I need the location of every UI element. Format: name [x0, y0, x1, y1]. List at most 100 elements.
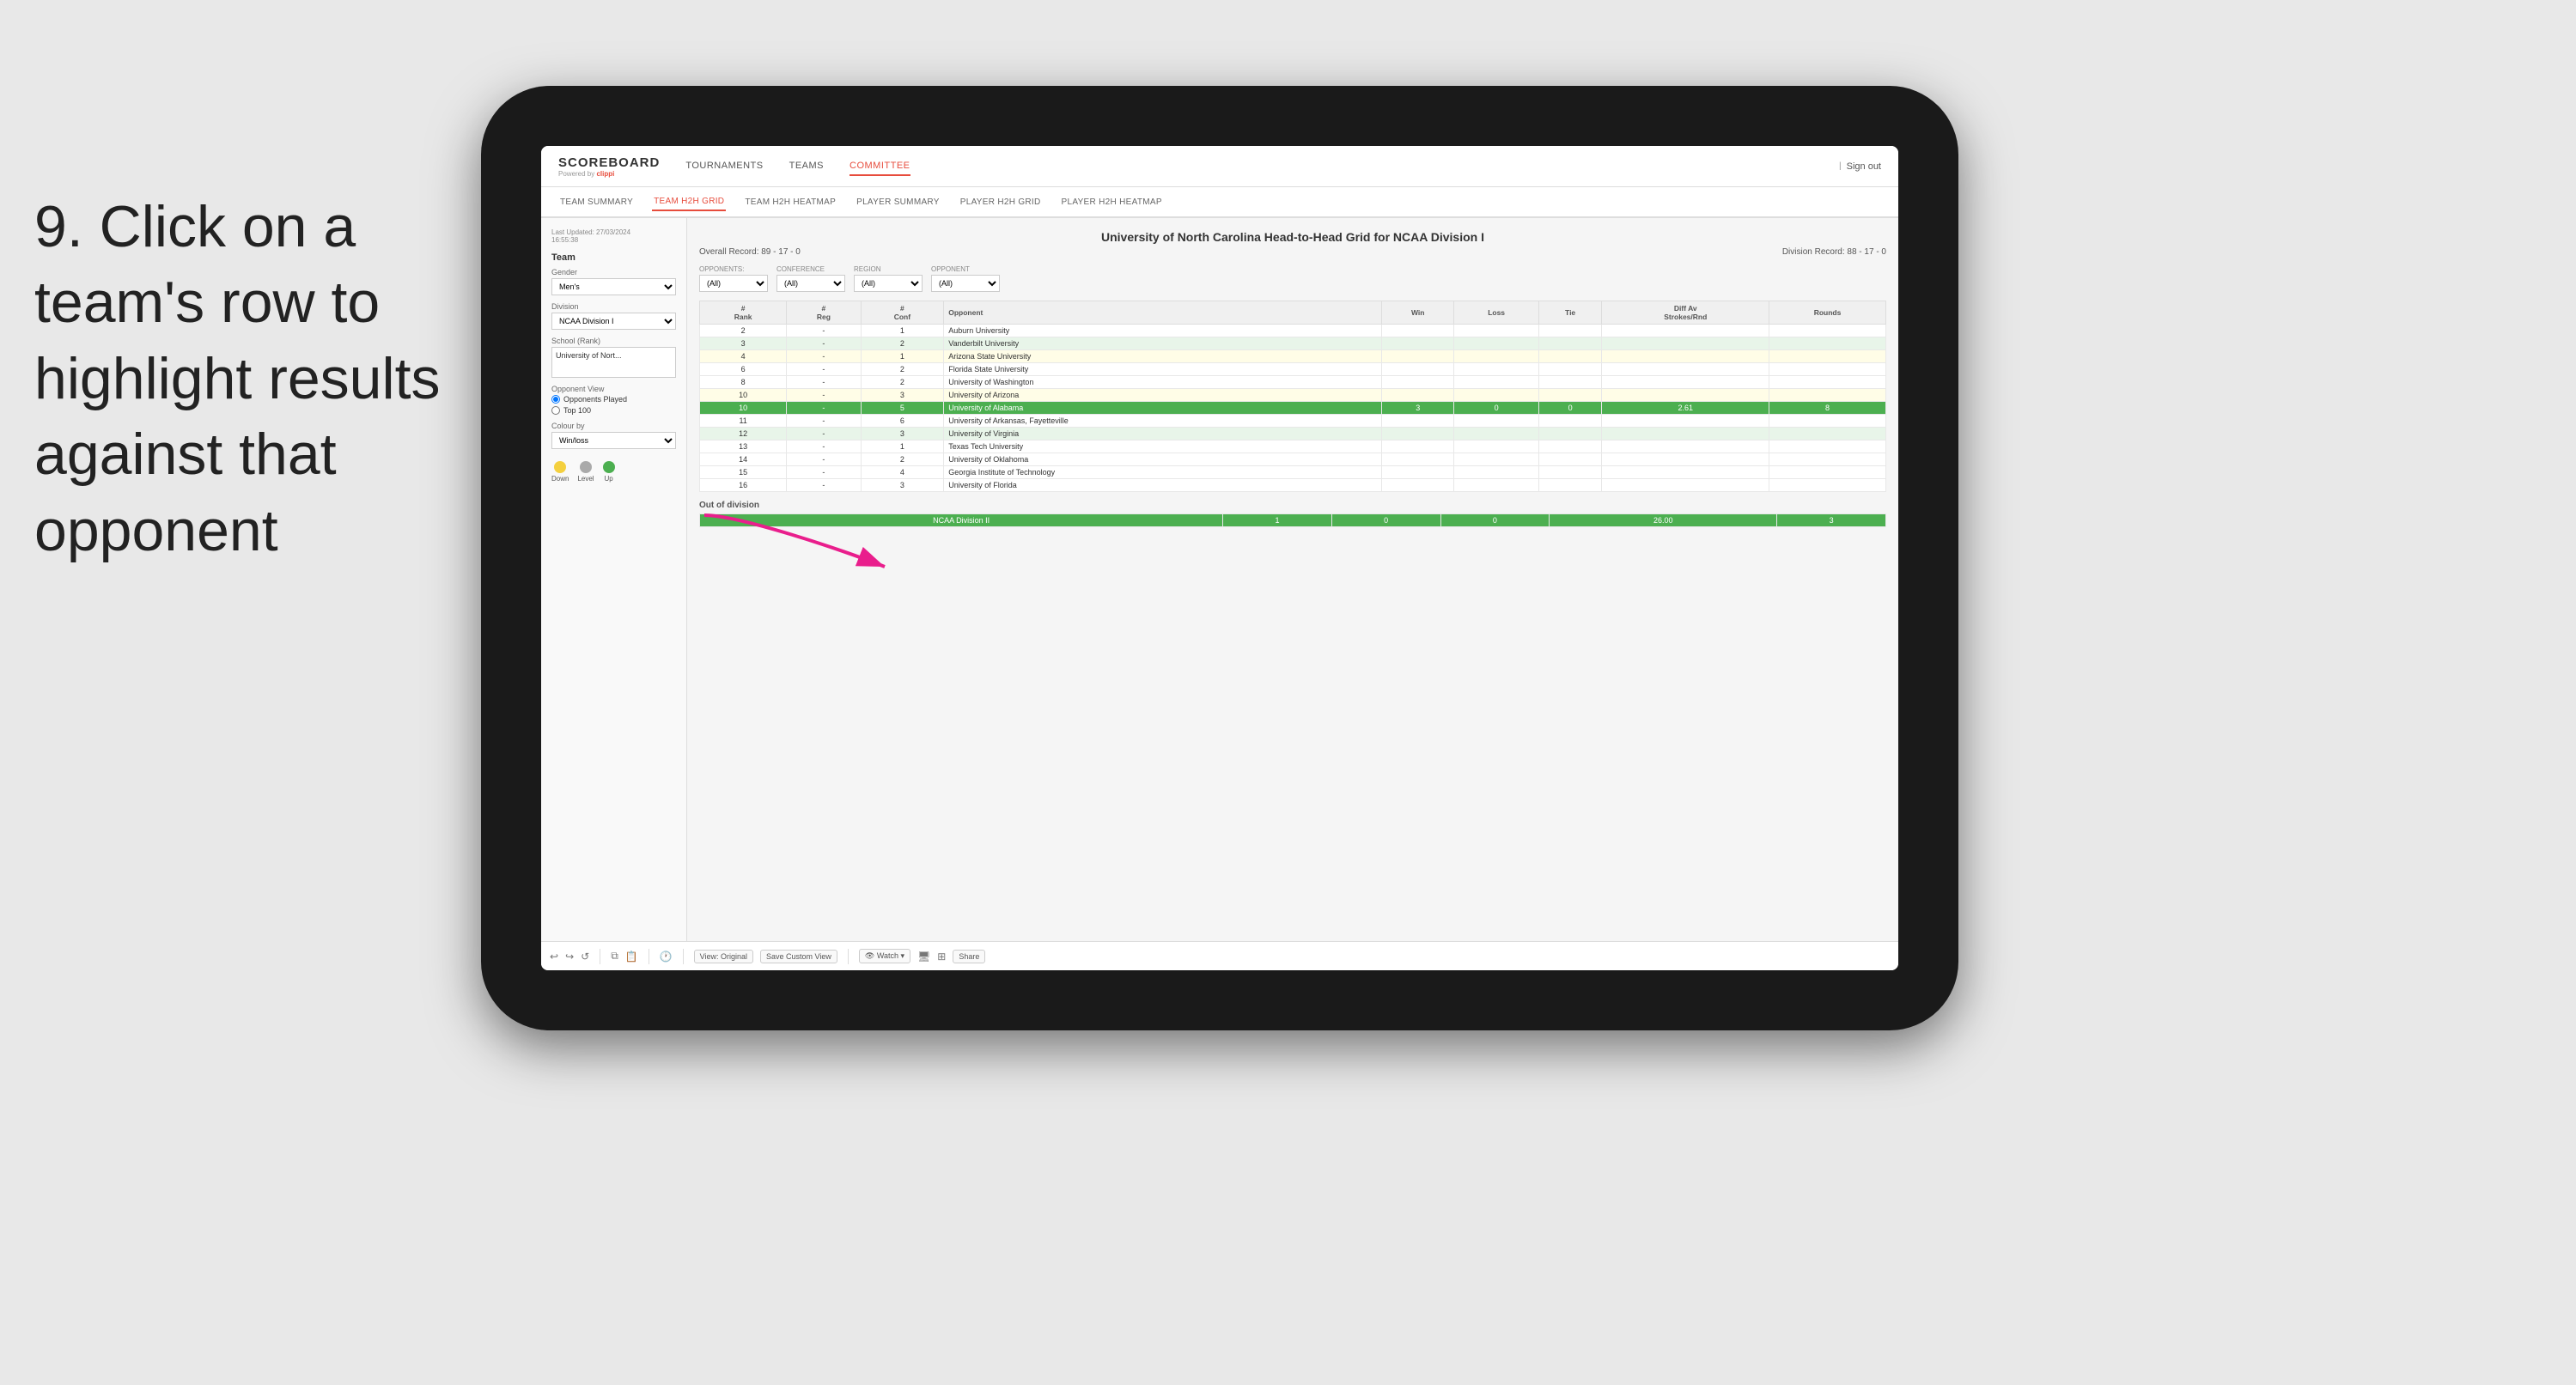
data-cell — [1538, 466, 1602, 479]
sidebar-school-value[interactable]: University of Nort... — [551, 347, 676, 378]
sidebar-division-label: Division — [551, 302, 676, 311]
data-cell — [1454, 325, 1538, 337]
data-cell — [1769, 337, 1886, 350]
nav-teams[interactable]: TEAMS — [789, 157, 824, 176]
sidebar-gender-select[interactable]: Men's — [551, 278, 676, 295]
paste-icon[interactable]: 📋 — [625, 951, 638, 963]
share-button[interactable]: Share — [953, 950, 985, 963]
data-cell: 6 — [700, 363, 787, 376]
sidebar-top100-radio[interactable] — [551, 406, 560, 415]
out-of-division-row[interactable]: NCAA Division II 1 0 0 26.00 3 — [700, 514, 1886, 527]
sidebar-opponent-view: Opponent View Opponents Played Top 100 — [551, 385, 676, 415]
table-row[interactable]: 10-5University of Alabama3002.618 — [700, 402, 1886, 415]
table-row[interactable]: 15-4Georgia Institute of Technology — [700, 466, 1886, 479]
sidebar-timestamp: Last Updated: 27/03/2024 16:55:38 — [551, 228, 676, 244]
table-row[interactable]: 11-6University of Arkansas, Fayetteville — [700, 415, 1886, 428]
sidebar-colour-by-select[interactable]: Win/loss — [551, 432, 676, 449]
nav-committee[interactable]: COMMITTEE — [850, 157, 910, 176]
grid-icon[interactable]: ⊞ — [937, 951, 946, 963]
table-row[interactable]: 12-3University of Virginia — [700, 428, 1886, 440]
data-cell: 3 — [861, 428, 944, 440]
nav-tournaments[interactable]: TOURNAMENTS — [685, 157, 763, 176]
table-row[interactable]: 6-2Florida State University — [700, 363, 1886, 376]
sign-out-button[interactable]: Sign out — [1847, 161, 1881, 172]
view-original-button[interactable]: View: Original — [694, 950, 753, 963]
filter-opponent-select[interactable]: (All) — [931, 275, 1000, 292]
data-cell: - — [787, 376, 861, 389]
table-row[interactable]: 2-1Auburn University — [700, 325, 1886, 337]
data-cell — [1769, 428, 1886, 440]
data-cell: - — [787, 389, 861, 402]
data-cell: 1 — [861, 350, 944, 363]
table-row[interactable]: 14-2University of Oklahoma — [700, 453, 1886, 466]
tablet-device: SCOREBOARD Powered by clippi TOURNAMENTS… — [481, 86, 1958, 1030]
save-custom-view-button[interactable]: Save Custom View — [760, 950, 837, 963]
sidebar-gender-label: Gender — [551, 268, 676, 276]
sub-nav-player-h2h-heatmap[interactable]: PLAYER H2H HEATMAP — [1060, 194, 1164, 210]
logo-brand: clippi — [596, 170, 614, 178]
grid-area: University of North Carolina Head-to-Hea… — [687, 218, 1898, 941]
th-diff: Diff AvStrokes/Rnd — [1602, 301, 1769, 325]
clock-icon[interactable]: 🕐 — [660, 951, 673, 963]
table-row[interactable]: 3-2Vanderbilt University — [700, 337, 1886, 350]
watch-button[interactable]: 👁 Watch ▾ — [859, 949, 910, 963]
data-cell: 16 — [700, 479, 787, 492]
data-cell: - — [787, 350, 861, 363]
instruction-body: Click on a team's row to highlight resul… — [34, 194, 440, 563]
data-cell — [1769, 453, 1886, 466]
data-cell — [1382, 389, 1454, 402]
filter-region-select[interactable]: (All) — [854, 275, 923, 292]
filter-conference-select[interactable]: (All) — [776, 275, 845, 292]
table-row[interactable]: 10-3University of Arizona — [700, 389, 1886, 402]
sub-nav-player-h2h-grid[interactable]: PLAYER H2H GRID — [959, 194, 1043, 210]
data-cell — [1538, 453, 1602, 466]
sub-nav-player-summary[interactable]: PLAYER SUMMARY — [855, 194, 941, 210]
data-cell — [1538, 479, 1602, 492]
sub-nav-team-h2h-heatmap[interactable]: TEAM H2H HEATMAP — [743, 194, 837, 210]
data-cell — [1602, 453, 1769, 466]
filter-opponents-select[interactable]: (All) — [699, 275, 768, 292]
reset-icon[interactable]: ↺ — [581, 951, 589, 963]
data-cell — [1538, 363, 1602, 376]
table-row[interactable]: 16-3University of Florida — [700, 479, 1886, 492]
sub-nav-team-h2h-grid[interactable]: TEAM H2H GRID — [652, 193, 726, 211]
th-reg: #Reg — [787, 301, 861, 325]
opponent-name-cell: Vanderbilt University — [944, 337, 1382, 350]
data-cell: 6 — [861, 415, 944, 428]
tablet-screen: SCOREBOARD Powered by clippi TOURNAMENTS… — [541, 146, 1898, 970]
main-content: Last Updated: 27/03/2024 16:55:38 Team G… — [541, 218, 1898, 941]
data-cell: 8 — [700, 376, 787, 389]
table-row[interactable]: 13-1Texas Tech University — [700, 440, 1886, 453]
sidebar-colour-by: Colour by Win/loss Down Level — [551, 422, 676, 483]
sidebar-opponents-played-option[interactable]: Opponents Played — [551, 395, 676, 404]
data-cell — [1454, 350, 1538, 363]
legend-up-label: Up — [604, 475, 612, 483]
table-row[interactable]: 8-2University of Washington — [700, 376, 1886, 389]
data-cell: 10 — [700, 389, 787, 402]
sub-nav-team-summary[interactable]: TEAM SUMMARY — [558, 194, 635, 210]
data-cell — [1382, 479, 1454, 492]
filter-opponent: Opponent (All) — [931, 265, 1000, 292]
nav-links: TOURNAMENTS TEAMS COMMITTEE — [685, 157, 1839, 176]
data-cell: 2 — [861, 453, 944, 466]
data-cell — [1382, 453, 1454, 466]
table-row[interactable]: 4-1Arizona State University — [700, 350, 1886, 363]
data-cell — [1454, 376, 1538, 389]
sidebar-top100-option[interactable]: Top 100 — [551, 406, 676, 415]
filter-opponents: Opponents: (All) — [699, 265, 768, 292]
undo-icon[interactable]: ↩ — [550, 951, 558, 963]
data-cell: 13 — [700, 440, 787, 453]
monitor-icon[interactable]: 🖥 — [917, 951, 930, 963]
data-cell: 4 — [861, 466, 944, 479]
data-cell: - — [787, 466, 861, 479]
data-cell: 4 — [700, 350, 787, 363]
data-cell: - — [787, 453, 861, 466]
sidebar-opponents-played-radio[interactable] — [551, 395, 560, 404]
redo-icon[interactable]: ↪ — [565, 951, 574, 963]
legend-level: Level — [577, 461, 594, 483]
data-cell — [1454, 415, 1538, 428]
data-cell — [1769, 389, 1886, 402]
copy-icon[interactable]: ⧉ — [611, 950, 618, 963]
data-cell — [1382, 363, 1454, 376]
sidebar-division-select[interactable]: NCAA Division I — [551, 313, 676, 330]
